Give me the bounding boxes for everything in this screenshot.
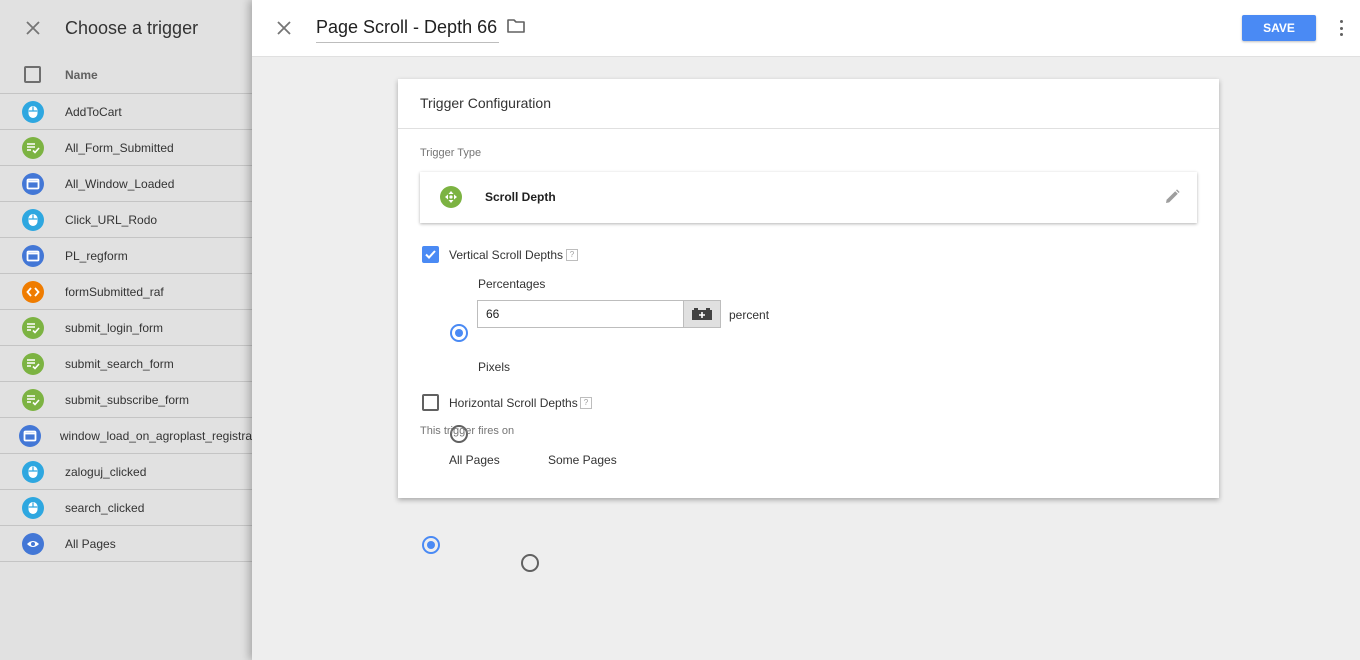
trigger-list-item[interactable]: All_Form_Submitted [0,130,252,166]
name-column-header[interactable]: Name [65,68,98,82]
custom-event-icon [21,280,44,303]
close-icon [25,21,40,35]
window-icon [21,244,44,267]
pixels-label[interactable]: Pixels [478,360,510,374]
trigger-list-item[interactable]: search_clicked [0,490,252,526]
save-button[interactable]: SAVE [1242,15,1316,41]
trigger-list-item[interactable]: zaloguj_clicked [0,454,252,490]
trigger-name-label: All_Form_Submitted [65,140,174,155]
mouse-click-icon [21,100,44,123]
card-title: Trigger Configuration [398,79,1219,129]
all-pages-label[interactable]: All Pages [449,453,500,467]
trigger-name-field[interactable]: Page Scroll - Depth 66 [316,14,500,43]
trigger-chooser-header: Choose a trigger [0,0,252,56]
trigger-list-item[interactable]: window_load_on_agroplast_registra [0,418,252,454]
editor-toolbar: Page Scroll - Depth 66 SAVE [252,0,1360,57]
trigger-list-item[interactable]: formSubmitted_raf [0,274,252,310]
trigger-list-item[interactable]: All_Window_Loaded [0,166,252,202]
mouse-click-icon [21,496,44,519]
form-submit-icon [21,352,44,375]
trigger-name-text[interactable]: Page Scroll - Depth 66 [316,17,497,37]
horizontal-help-icon[interactable]: ? [580,397,592,409]
edit-trigger-type-button[interactable] [1163,188,1181,209]
eye-icon [21,532,44,555]
trigger-name-label: All_Window_Loaded [65,176,175,191]
window-icon [18,424,41,447]
trigger-list-item[interactable]: All Pages [0,526,252,562]
form-submit-icon [21,316,44,339]
trigger-chooser-panel: Choose a trigger Name AddToCart All_Form_… [0,0,252,660]
trigger-name-label: submit_login_form [65,320,164,335]
percentages-radio[interactable] [450,324,468,342]
vertical-scroll-depths-label[interactable]: Vertical Scroll Depths [449,248,563,262]
trigger-type-selector[interactable]: Scroll Depth [420,172,1197,223]
trigger-list-item[interactable]: Click_URL_Rodo [0,202,252,238]
form-submit-icon [21,388,44,411]
insert-variable-button[interactable] [683,300,721,328]
close-icon [277,21,291,35]
vertical-depth-percent-input[interactable] [477,300,683,328]
mouse-click-icon [21,208,44,231]
trigger-type-name: Scroll Depth [485,190,556,204]
trigger-name-label: formSubmitted_raf [65,284,164,299]
form-submit-icon [21,136,44,159]
folder-button[interactable] [506,17,526,38]
pencil-icon [1166,189,1180,203]
trigger-list-header: Name [0,56,252,94]
trigger-list-item[interactable]: submit_login_form [0,310,252,346]
trigger-configuration-card: Trigger Configuration Trigger Type Scrol… [398,79,1219,572]
trigger-editor-panel: Page Scroll - Depth 66 SAVE Trigger Conf… [252,0,1360,660]
vertical-help-icon[interactable]: ? [566,249,578,261]
trigger-name-label: submit_search_form [65,356,174,371]
variable-brick-icon [692,308,712,320]
window-icon [21,172,44,195]
trigger-name-label: Click_URL_Rodo [65,212,158,227]
more-options-button[interactable] [1335,18,1347,38]
all-pages-radio[interactable] [422,536,440,554]
fires-on-label: This trigger fires on [420,425,515,437]
trigger-name-label: zaloguj_clicked [65,464,147,479]
vertical-scroll-depths-checkbox[interactable] [422,246,439,263]
trigger-name-label: submit_subscribe_form [65,392,190,407]
trigger-list: AddToCart All_Form_Submitted All_Window_Lo… [0,94,252,562]
folder-icon [507,19,525,33]
trigger-list-item[interactable]: PL_regform [0,238,252,274]
more-vert-icon [1339,20,1343,23]
some-pages-radio[interactable] [521,554,539,572]
horizontal-scroll-depths-checkbox[interactable] [422,394,439,411]
some-pages-label[interactable]: Some Pages [548,453,617,467]
trigger-name-label: PL_regform [65,248,128,263]
scroll-depth-icon [440,186,462,208]
mouse-click-icon [21,460,44,483]
trigger-list-item[interactable]: AddToCart [0,94,252,130]
trigger-list-item[interactable]: submit_subscribe_form [0,382,252,418]
close-chooser-button[interactable] [0,0,65,56]
trigger-name-label: AddToCart [65,104,122,119]
trigger-name-label: search_clicked [65,500,145,515]
trigger-name-label: All Pages [65,536,116,551]
trigger-type-label: Trigger Type [420,147,482,159]
trigger-list-item[interactable]: submit_search_form [0,346,252,382]
trigger-name-label: window_load_on_agroplast_registra [59,428,252,443]
percentages-label[interactable]: Percentages [478,277,545,291]
check-icon [425,250,436,259]
percent-unit-label: percent [729,308,770,322]
select-all-checkbox[interactable] [24,66,41,83]
close-editor-button[interactable] [270,14,298,42]
horizontal-scroll-depths-label[interactable]: Horizontal Scroll Depths [449,396,578,410]
chooser-title: Choose a trigger [65,17,199,38]
